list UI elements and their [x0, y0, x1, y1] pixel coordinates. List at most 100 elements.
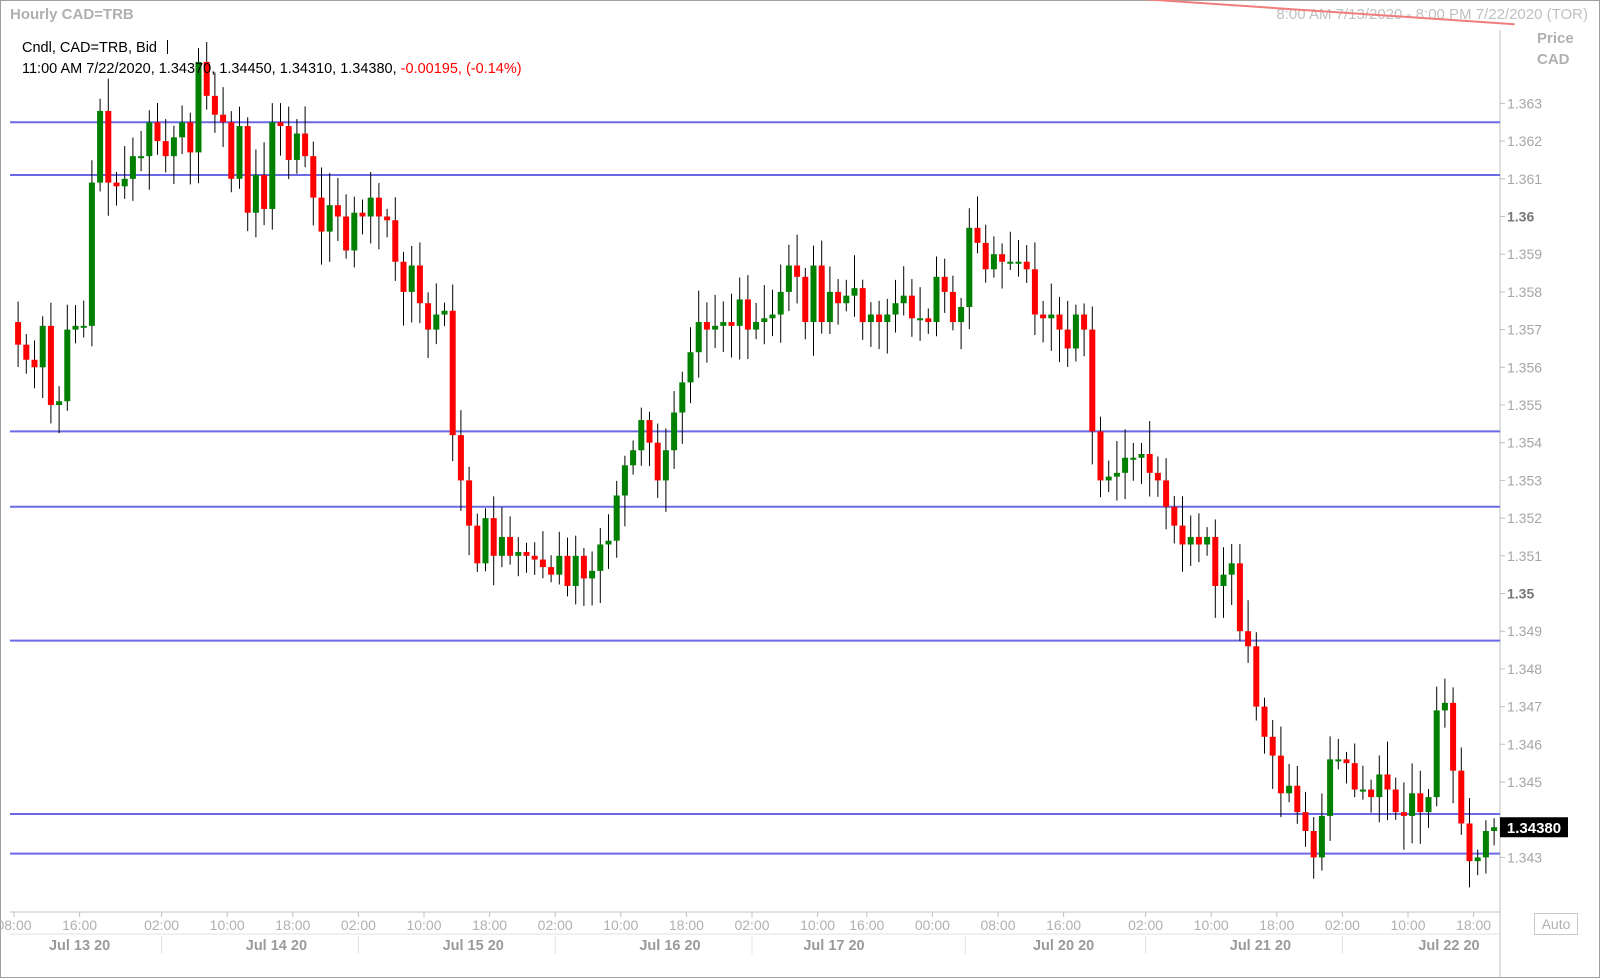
candle [662, 428, 669, 512]
candle [441, 302, 448, 327]
x-tick-label: 16:00 [849, 917, 884, 933]
candle-body [826, 291, 833, 323]
candle [908, 279, 915, 337]
candle [1335, 738, 1342, 770]
candle [1171, 495, 1178, 544]
candle-body [1187, 536, 1194, 545]
candle [728, 293, 735, 358]
candle [531, 542, 538, 575]
date-label: Jul 15 20 [443, 938, 504, 954]
candle [1269, 720, 1276, 789]
candle-body [1048, 314, 1055, 319]
y-tick-label: 1.357 [1507, 322, 1542, 338]
candle [1138, 442, 1145, 485]
candle-body [1294, 785, 1301, 813]
candle [1450, 687, 1457, 804]
candle [1031, 242, 1038, 336]
candle [121, 146, 128, 199]
candle [1081, 303, 1088, 357]
candle-body [1089, 329, 1096, 432]
candle [310, 141, 317, 226]
candle-body [974, 227, 981, 243]
candle [1400, 782, 1407, 850]
candle-body [466, 480, 473, 526]
candle-body [23, 344, 30, 360]
candle [252, 149, 259, 238]
candle-body [1482, 831, 1489, 858]
y-tick-label: 1.352 [1507, 510, 1542, 526]
candle-body [654, 442, 661, 481]
candle [556, 531, 563, 585]
candle [490, 496, 497, 586]
candle [671, 391, 678, 469]
candle-body [539, 559, 546, 568]
candle-body [97, 110, 104, 183]
candle [1228, 543, 1235, 605]
candle-body [761, 318, 768, 323]
candlestick-chart[interactable]: 1.363 1.362 1.361 1.36 1.359 1.358 1.357 1.356 1… [0, 0, 1600, 978]
x-tick-label: 18:00 [669, 917, 704, 933]
candle-body [302, 133, 309, 157]
legend: Cndl, CAD=TRB, Bid 11:00 AM 7/22/2020, 1… [22, 38, 522, 80]
candle-body [179, 122, 186, 138]
date-label: Jul 14 20 [246, 938, 307, 954]
candle [1236, 544, 1243, 642]
y-tick-label: 1.36 [1507, 209, 1534, 225]
candle-body [1064, 329, 1071, 349]
candle [712, 294, 719, 349]
x-tick-label: 18:00 [1259, 917, 1294, 933]
candle-body [318, 197, 325, 232]
candle [539, 531, 546, 579]
candle-body [1154, 472, 1161, 481]
candle-body [1204, 536, 1211, 545]
candle-body [384, 216, 391, 221]
candle [244, 117, 251, 232]
candle [1482, 820, 1489, 874]
y-tick-label: 1.35 [1507, 586, 1534, 602]
candle-body [1023, 261, 1030, 270]
y-tick-label: 1.359 [1507, 246, 1542, 262]
candle-body [1056, 314, 1063, 330]
candle-body [851, 288, 858, 296]
candle [277, 103, 284, 156]
candle [1212, 519, 1219, 618]
candle-body [966, 227, 973, 307]
candle-body [1097, 431, 1104, 481]
candle [679, 371, 686, 444]
candle [810, 245, 817, 356]
trend-line [1140, 0, 1515, 26]
candle-body [1171, 506, 1178, 526]
candle-body [1113, 472, 1120, 477]
candle-body [982, 242, 989, 270]
candle-body [1433, 710, 1440, 798]
candle [695, 290, 702, 378]
candle [1417, 770, 1424, 844]
candle-body [638, 420, 645, 451]
candle-body [925, 318, 932, 323]
candle [1491, 818, 1498, 846]
y-tick-label: 1.362 [1507, 133, 1542, 149]
candle-body [736, 299, 743, 326]
candle-body [794, 265, 801, 277]
auto-scale-button[interactable]: Auto [1534, 913, 1578, 935]
candle [843, 279, 850, 312]
candle-body [1359, 789, 1366, 792]
candle [285, 106, 292, 180]
candle [359, 199, 366, 235]
candle [1154, 456, 1161, 497]
candle-body [1236, 563, 1243, 632]
candle-body [564, 555, 571, 586]
candle [1056, 296, 1063, 363]
candle [425, 292, 432, 359]
candle [1146, 421, 1153, 497]
x-tick-label: 10:00 [1390, 917, 1425, 933]
currency-axis-label: CAD [1537, 51, 1570, 68]
candle-body [277, 122, 284, 127]
candle [392, 197, 399, 281]
candle [507, 516, 514, 565]
candle [1023, 245, 1030, 283]
candle-body [1335, 759, 1342, 762]
candle-body [572, 555, 579, 586]
candle-body [777, 291, 784, 315]
candle [129, 137, 136, 201]
